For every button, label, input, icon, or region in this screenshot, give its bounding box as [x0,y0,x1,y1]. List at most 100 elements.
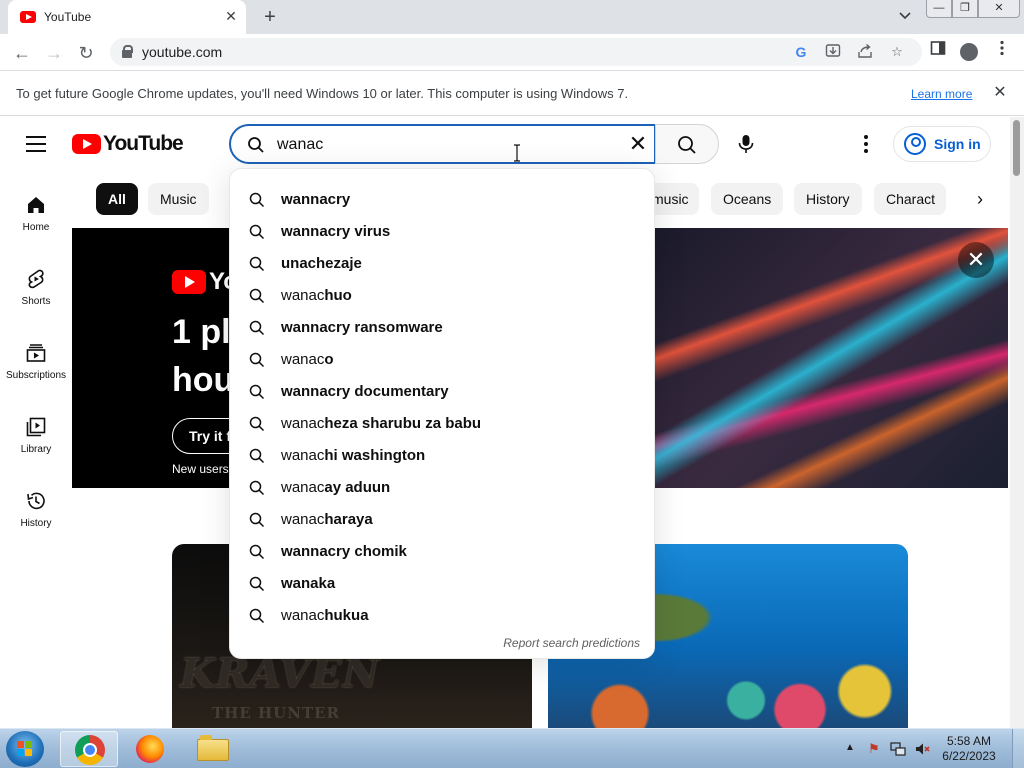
search-suggestion-item[interactable]: wanachukua [230,600,656,632]
suggestion-text: wannacry virus [281,223,390,240]
volume-muted-icon[interactable] [914,741,930,757]
search-icon [247,136,265,159]
new-tab-button[interactable]: + [258,6,282,28]
suggestion-typed-part: wanac [281,607,325,624]
search-suggestion-item[interactable]: wannacry ransomware [230,312,656,344]
suggestion-completion: unachezaje [281,255,362,272]
chips-next-chevron-icon[interactable]: › [964,183,996,215]
search-button[interactable] [655,124,719,164]
infobar-close-icon[interactable]: ✕ [990,83,1010,103]
taskbar-chrome[interactable] [60,731,118,767]
voice-search-button[interactable] [726,124,766,164]
address-bar[interactable]: youtube.com G ☆ [110,38,922,66]
search-icon [249,416,265,432]
google-lens-icon[interactable]: G [792,43,810,61]
chip-characters[interactable]: Charact [874,183,946,215]
page-scrollbar[interactable] [1010,117,1024,728]
url-text[interactable]: youtube.com [142,44,222,60]
taskbar-clock[interactable]: 5:58 AM 6/22/2023 [938,734,1000,764]
search-icon [678,136,696,154]
learn-more-link[interactable]: Learn more [911,87,972,101]
browser-titlebar: YouTube ✕ + — ❐ ✕ [0,0,1024,34]
install-app-icon[interactable] [824,43,842,61]
search-suggestion-item[interactable]: wanaka [230,568,656,600]
tab-close-icon[interactable]: ✕ [223,8,239,24]
infobar-message: To get future Google Chrome updates, you… [16,86,629,101]
side-panel-icon[interactable] [926,40,950,64]
chip-oceans[interactable]: Oceans [711,183,784,215]
lock-icon[interactable] [122,45,133,58]
search-suggestion-item[interactable]: wanachi washington [230,440,656,472]
search-suggestion-item[interactable]: wannacry documentary [230,376,656,408]
show-desktop-button[interactable] [1012,729,1024,768]
banner-note: New users [172,462,229,476]
tab-search-chevron-icon[interactable] [896,8,914,26]
chrome-icon [75,735,105,765]
banner-close-icon[interactable]: ✕ [958,242,994,278]
report-search-predictions-link[interactable]: Report search predictions [503,636,640,650]
forward-button[interactable]: → [41,40,67,66]
taskbar-firefox[interactable] [122,731,180,767]
sign-in-button[interactable]: Sign in [893,126,991,162]
account-icon [904,133,926,155]
search-suggestion-item[interactable]: wanacharaya [230,504,656,536]
banner-headline: 1 pl hou [172,308,232,404]
search-suggestion-item[interactable]: wannacry chomik [230,536,656,568]
chrome-menu-icon[interactable] [990,40,1014,64]
search-icon [249,352,265,368]
profile-avatar-icon[interactable] [960,43,978,61]
search-suggestion-item[interactable]: wannacry [230,184,656,216]
rail-label-history: History [20,518,52,529]
start-button[interactable] [6,731,44,767]
search-box[interactable]: ✕ [229,124,656,164]
restore-button[interactable]: ❐ [952,0,978,18]
clock-date: 6/22/2023 [942,749,996,763]
chip-music[interactable]: Music [148,183,209,215]
history-icon [27,492,45,510]
search-suggestion-item[interactable]: wanachuo [230,280,656,312]
show-hidden-icons-icon[interactable]: ▲ [845,742,855,753]
search-suggestion-item[interactable]: wannacry virus [230,216,656,248]
reload-button[interactable]: ↻ [73,40,99,66]
window-controls: — ❐ ✕ [926,0,1020,20]
banner-youtube-logo: Yo [172,268,238,296]
search-icon [249,320,265,336]
suggestion-completion: o [324,351,334,368]
action-center-warning-icon[interactable]: ⚑ [866,741,882,757]
search-icon [249,448,265,464]
settings-more-icon[interactable] [854,131,878,157]
page-scrollbar-thumb[interactable] [1013,120,1020,176]
chip-all[interactable]: All [96,183,138,215]
minimize-button[interactable]: — [926,0,952,18]
guide-menu-icon[interactable] [26,136,46,152]
suggestion-typed-part: wanac [281,287,325,304]
network-icon[interactable] [890,741,906,757]
window-close-button[interactable]: ✕ [978,0,1020,18]
folder-icon [197,735,229,761]
search-suggestion-item[interactable]: wanacheza sharubu za babu [230,408,656,440]
youtube-play-icon [72,134,101,154]
youtube-favicon-icon [20,11,36,23]
taskbar-explorer[interactable] [184,731,242,767]
bookmark-star-icon[interactable]: ☆ [888,43,906,61]
suggestion-text: wannacry [281,191,350,208]
search-suggestion-item[interactable]: wanacay aduun [230,472,656,504]
chip-history[interactable]: History [794,183,862,215]
library-icon [26,417,46,437]
rail-item-subscriptions[interactable]: Subscriptions [0,332,72,396]
rail-item-library[interactable]: Library [0,406,72,470]
home-icon [28,197,44,213]
back-button[interactable]: ← [9,40,35,66]
suggestion-text: wannacry documentary [281,383,449,400]
search-suggestion-item[interactable]: unachezaje [230,248,656,280]
search-input[interactable] [277,134,617,156]
youtube-logo[interactable]: YouTube [72,132,184,156]
search-suggestion-item[interactable]: wanaco [230,344,656,376]
clear-search-icon[interactable]: ✕ [627,133,649,156]
rail-item-shorts[interactable]: Shorts [0,258,72,322]
search-icon [249,512,265,528]
browser-tab-youtube[interactable]: YouTube ✕ [8,0,246,34]
rail-item-history[interactable]: History [0,480,72,544]
rail-item-home[interactable]: Home [0,184,72,248]
share-icon[interactable] [856,43,874,61]
